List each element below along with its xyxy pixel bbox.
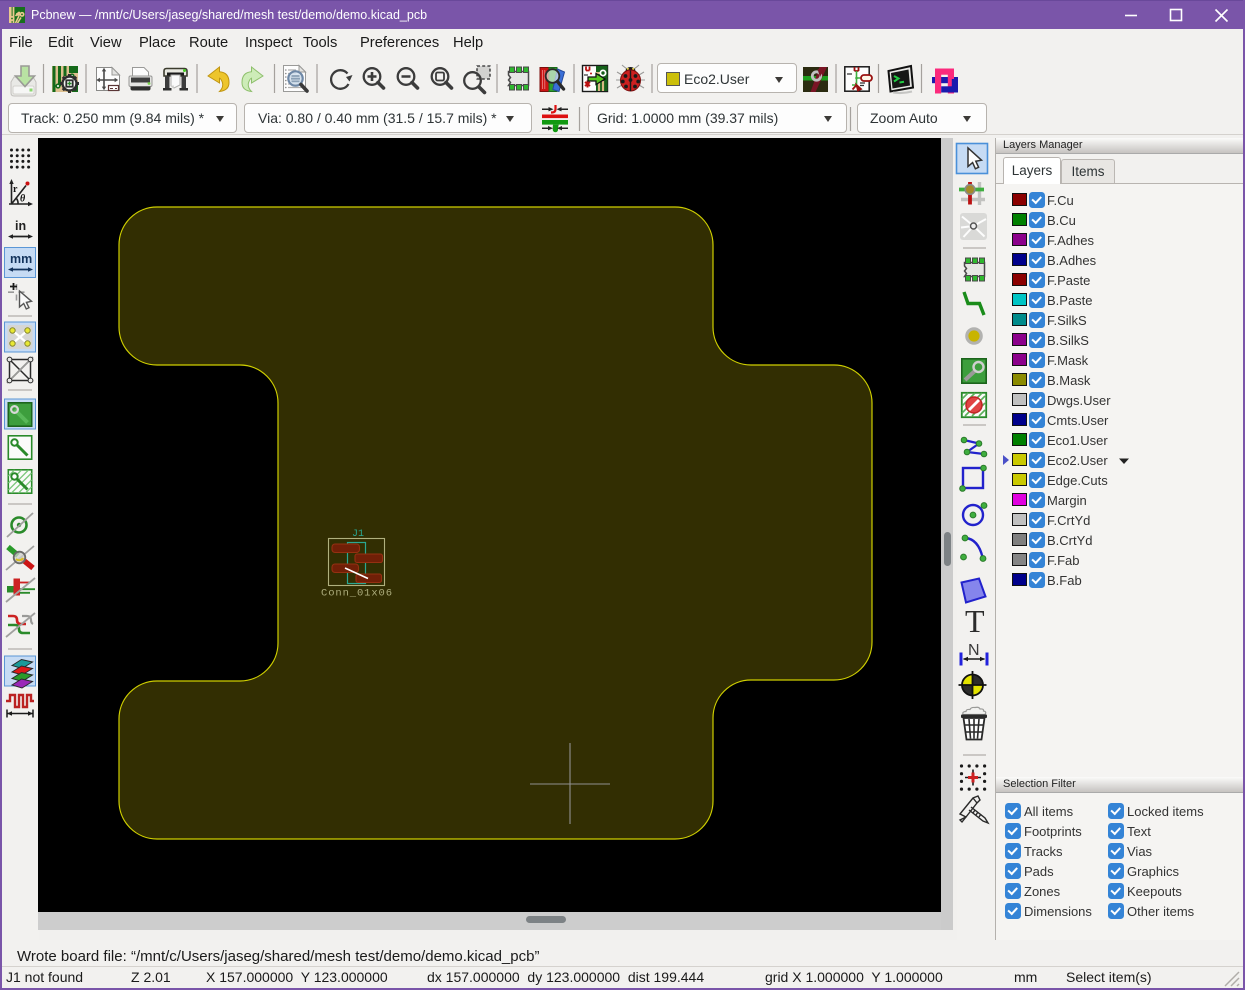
svg-text:T: T [965,603,985,639]
svg-text:θ: θ [20,194,26,205]
svg-text:in: in [15,219,26,233]
svg-text:mm: mm [10,252,32,266]
svg-text:r: r [13,184,18,195]
svg-text:Conn_01x06: Conn_01x06 [321,588,392,600]
svg-text:N: N [968,642,980,659]
